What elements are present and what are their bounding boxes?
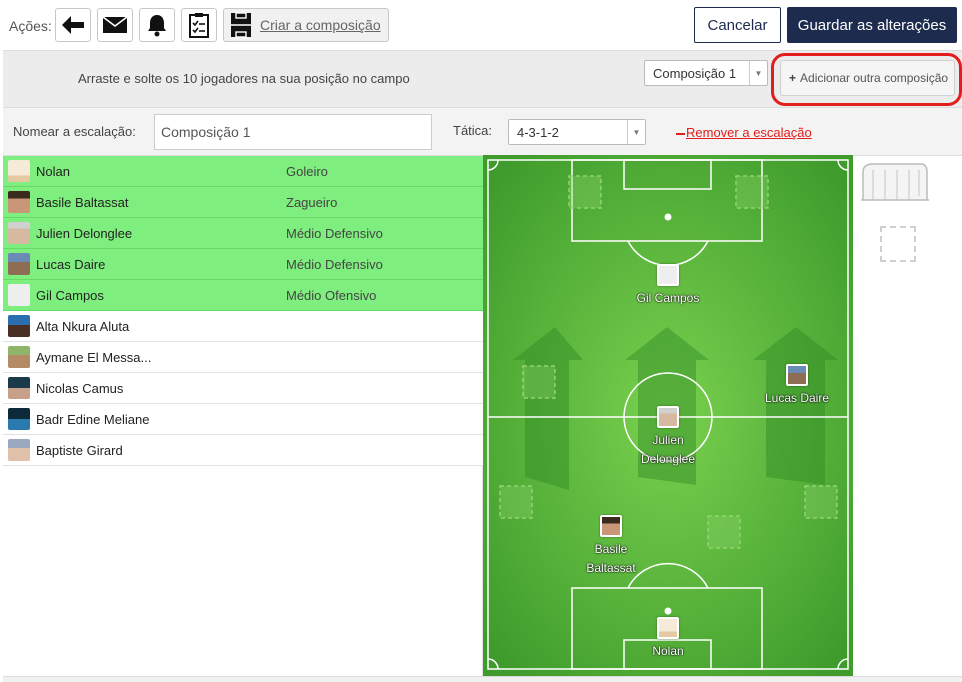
avatar	[8, 160, 30, 182]
add-composition-label: Adicionar outra composição	[800, 71, 949, 85]
player-role: Zagueiro	[286, 195, 338, 210]
instructions-bar: Arraste e solte os 10 jogadores na sua p…	[3, 50, 962, 108]
remove-lineup-label: Remover a escalação	[686, 125, 812, 140]
actions-label: Ações:	[9, 18, 52, 34]
field-player[interactable]: Basile Baltassat	[561, 515, 661, 578]
create-composition-button[interactable]: Criar a composição	[223, 8, 389, 42]
field-player-name: Nolan	[652, 644, 684, 658]
add-composition-button[interactable]: + Adicionar outra composição	[780, 60, 955, 96]
player-list: Nolan Goleiro Basile Baltassat Zagueiro …	[3, 156, 483, 676]
player-row[interactable]: Gil Campos Médio Ofensivo	[3, 280, 483, 311]
player-name: Nolan	[36, 164, 70, 179]
player-row[interactable]: Julien Delonglee Médio Defensivo	[3, 218, 483, 249]
avatar	[657, 264, 679, 286]
player-name: Julien Delonglee	[36, 226, 133, 241]
bench-icon	[861, 163, 929, 201]
player-role: Goleiro	[286, 164, 328, 179]
cancel-button[interactable]: Cancelar	[694, 7, 781, 43]
lineup-editor: Ações: Criar a composição Cancelar Guard…	[0, 0, 962, 682]
avatar	[8, 315, 30, 337]
toolbar: Ações: Criar a composição Cancelar Guard…	[0, 0, 962, 50]
player-role: Médio Defensivo	[286, 226, 383, 241]
avatar	[8, 439, 30, 461]
avatar	[600, 515, 622, 537]
checklist-button[interactable]	[181, 8, 217, 42]
bell-icon	[148, 15, 166, 37]
player-name: Alta Nkura Aluta	[36, 319, 130, 334]
player-row[interactable]: Alta Nkura Aluta	[3, 311, 483, 342]
tactic-select-value: 4-3-1-2	[517, 124, 559, 140]
tactic-select[interactable]: 4-3-1-2 ▼	[508, 119, 646, 145]
lineup-name-row: Nomear a escalação: Tática: 4-3-1-2 ▼ Re…	[3, 108, 962, 156]
chevron-down-icon: ▼	[749, 61, 767, 85]
plus-icon: +	[789, 71, 797, 85]
field-player[interactable]: Lucas Daire	[747, 364, 847, 408]
back-button[interactable]	[55, 8, 91, 42]
player-role: Médio Defensivo	[286, 257, 383, 272]
player-name: Baptiste Girard	[36, 443, 123, 458]
player-name: Nicolas Camus	[36, 381, 124, 396]
football-pitch[interactable]: Gil Campos Lucas Daire Julien Delonglee …	[483, 155, 853, 676]
player-name: Lucas Daire	[36, 257, 106, 272]
chevron-down-icon: ▼	[627, 120, 645, 144]
bottom-bar	[3, 676, 962, 682]
instructions-text: Arraste e solte os 10 jogadores na sua p…	[78, 71, 410, 86]
player-role: Médio Ofensivo	[286, 288, 377, 303]
field-player-name: Gil Campos	[636, 291, 700, 305]
bench-slot[interactable]	[880, 226, 916, 262]
envelope-icon	[102, 16, 128, 33]
create-composition-label: Criar a composição	[260, 17, 381, 33]
remove-lineup-link[interactable]: Remover a escalação	[676, 125, 812, 140]
player-name: Badr Edine Meliane	[36, 412, 150, 427]
player-row[interactable]: Lucas Daire Médio Defensivo	[3, 249, 483, 280]
minus-icon	[676, 132, 685, 135]
avatar	[8, 346, 30, 368]
avatar	[8, 191, 30, 213]
player-row[interactable]: Badr Edine Meliane	[3, 404, 483, 435]
player-name: Basile Baltassat	[36, 195, 129, 210]
avatar	[8, 253, 30, 275]
player-name: Aymane El Messa...	[36, 350, 152, 365]
composition-select[interactable]: Composição 1 ▼	[644, 60, 768, 86]
avatar	[8, 222, 30, 244]
avatar	[657, 406, 679, 428]
avatar	[8, 284, 30, 306]
field-player-name: Julien Delonglee	[640, 433, 696, 466]
player-row[interactable]: Baptiste Girard	[3, 435, 483, 466]
save-changes-button[interactable]: Guardar as alterações	[787, 7, 957, 43]
field-player[interactable]: Gil Campos	[617, 264, 719, 308]
field-player-name: Lucas Daire	[764, 391, 830, 405]
player-row[interactable]: Aymane El Messa...	[3, 342, 483, 373]
back-arrow-icon	[62, 16, 84, 34]
pitch-icon	[231, 12, 251, 38]
avatar	[786, 364, 808, 386]
avatar	[8, 377, 30, 399]
notification-button[interactable]	[139, 8, 175, 42]
clipboard-checklist-icon	[189, 13, 209, 38]
composition-select-value: Composição 1	[653, 65, 737, 81]
lineup-name-input[interactable]	[154, 114, 432, 150]
field-player-name: Basile Baltassat	[586, 542, 636, 575]
player-row[interactable]: Basile Baltassat Zagueiro	[3, 187, 483, 218]
avatar	[8, 408, 30, 430]
player-name: Gil Campos	[36, 288, 104, 303]
player-row[interactable]: Nicolas Camus	[3, 373, 483, 404]
tactic-label: Tática:	[453, 123, 493, 138]
player-row[interactable]: Nolan Goleiro	[3, 156, 483, 187]
email-button[interactable]	[97, 8, 133, 42]
field-player[interactable]: Nolan	[617, 617, 719, 661]
avatar	[657, 617, 679, 639]
field-player[interactable]: Julien Delonglee	[617, 406, 719, 469]
lineup-name-label: Nomear a escalação:	[13, 124, 136, 139]
